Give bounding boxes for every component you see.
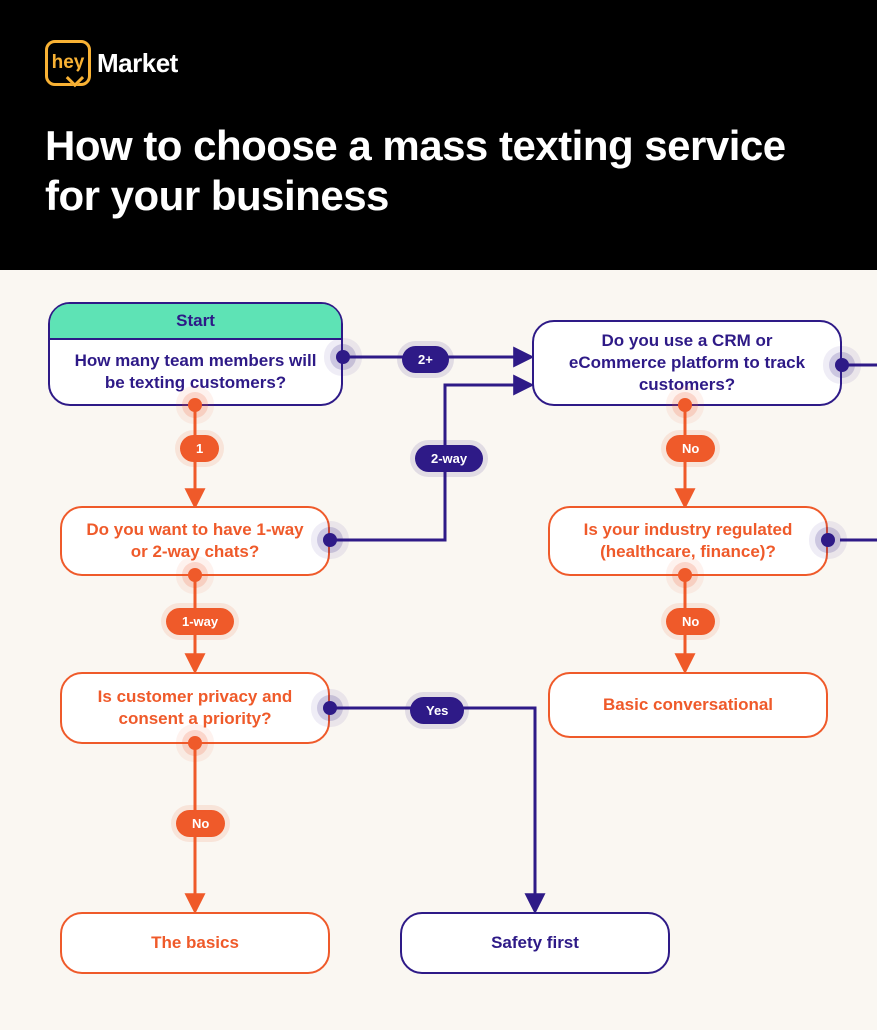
connector-dot [336,350,350,364]
node-text: The basics [151,932,239,954]
node-text: How many team members will be texting cu… [68,350,323,394]
flowchart: Start How many team members will be text… [0,270,877,1030]
edge-label-1: 1 [180,435,219,462]
node-crm: Do you use a CRM or eCommerce platform t… [532,320,842,406]
brand-logo-icon: hey [45,40,91,86]
connector-dot [188,568,202,582]
connector-dot [188,736,202,750]
node-text: Basic conversational [603,694,773,716]
connector-dot [678,398,692,412]
start-label: Start [50,304,341,340]
node-industry: Is your industry regulated (healthcare, … [548,506,828,576]
connector-dot [678,568,692,582]
node-chat: Do you want to have 1-way or 2-way chats… [60,506,330,576]
edge-label-1way: 1-way [166,608,234,635]
edge-label-2way: 2-way [415,445,483,472]
node-text: Do you use a CRM or eCommerce platform t… [552,330,822,396]
node-privacy: Is customer privacy and consent a priori… [60,672,330,744]
node-text: Is customer privacy and consent a priori… [80,686,310,730]
brand-name: Market [97,48,178,79]
brand-logo: hey Market [45,40,832,86]
edge-label-crm-no: No [666,435,715,462]
connector-dot [323,533,337,547]
node-safety-first: Safety first [400,912,670,974]
node-text: Is your industry regulated (healthcare, … [568,519,808,563]
page-title: How to choose a mass texting service for… [45,121,832,220]
connector-dot [835,358,849,372]
connector-dot [323,701,337,715]
node-basic-conversational: Basic conversational [548,672,828,738]
edge-label-privacy-no: No [176,810,225,837]
connector-dot [188,398,202,412]
edge-label-2plus: 2+ [402,346,449,373]
header: hey Market How to choose a mass texting … [0,0,877,270]
node-text: Safety first [491,932,579,954]
node-start: Start How many team members will be text… [48,302,343,406]
edge-label-industry-no: No [666,608,715,635]
node-text: Do you want to have 1-way or 2-way chats… [80,519,310,563]
connector-dot [821,533,835,547]
node-the-basics: The basics [60,912,330,974]
edge-label-privacy-yes: Yes [410,697,464,724]
